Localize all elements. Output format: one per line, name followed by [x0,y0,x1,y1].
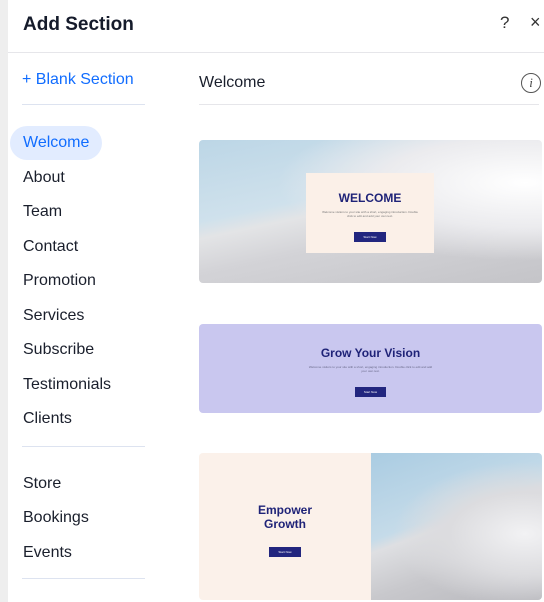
sidebar-item-clients[interactable]: Clients [10,402,85,436]
close-icon[interactable]: × [530,12,541,33]
template-body-text: Welcome visitors to your site with a sho… [308,365,433,373]
sidebar-divider [22,578,145,579]
sidebar-item-welcome[interactable]: Welcome [10,126,103,160]
template-cta-button: Start Now [354,232,386,242]
panel-header: Add Section ? × [8,0,544,53]
template-image [371,453,542,600]
sidebar-item-testimonials[interactable]: Testimonials [10,368,124,402]
sidebar-divider [22,104,145,105]
template-heading: WELCOME [338,191,402,205]
header-divider [199,104,539,105]
panel-title: Add Section [23,14,134,35]
section-template-card[interactable]: WELCOME Welcome visitors to your site wi… [199,140,542,283]
section-template-card[interactable]: Grow Your Vision Welcome visitors to you… [199,324,542,413]
template-heading: Empower [257,503,312,517]
sidebar-item-contact[interactable]: Contact [10,230,91,264]
category-title: Welcome [199,74,266,91]
template-text-box: WELCOME Welcome visitors to your site wi… [306,173,434,253]
template-heading: Growth [264,517,306,531]
sidebar-item-store[interactable]: Store [10,467,74,501]
template-cta-button: Start Now [269,547,301,557]
sidebar-item-subscribe[interactable]: Subscribe [10,333,107,367]
sidebar-item-services[interactable]: Services [10,299,97,333]
section-template-card[interactable]: Empower Growth Start Now [199,453,542,600]
category-sidebar: + Blank Section Welcome About Team Conta… [8,52,158,602]
sidebar-divider [22,446,145,447]
sidebar-item-team[interactable]: Team [10,195,75,229]
sidebar-item-about[interactable]: About [10,161,78,195]
template-body-text: Welcome visitors to your site with a sho… [322,210,418,218]
sidebar-item-bookings[interactable]: Bookings [10,501,102,535]
sidebar-item-promotion[interactable]: Promotion [10,264,109,298]
template-cta-button: Start Now [354,387,387,397]
add-section-panel: Add Section ? × + Blank Section Welcome … [8,0,544,602]
sidebar-item-events[interactable]: Events [10,536,85,570]
help-icon[interactable]: ? [500,13,509,33]
info-icon[interactable]: i [521,73,541,93]
blank-section-button[interactable]: + Blank Section [22,71,134,89]
template-text-panel: Empower Growth Start Now [199,453,371,600]
template-heading: Grow Your Vision [320,346,421,360]
